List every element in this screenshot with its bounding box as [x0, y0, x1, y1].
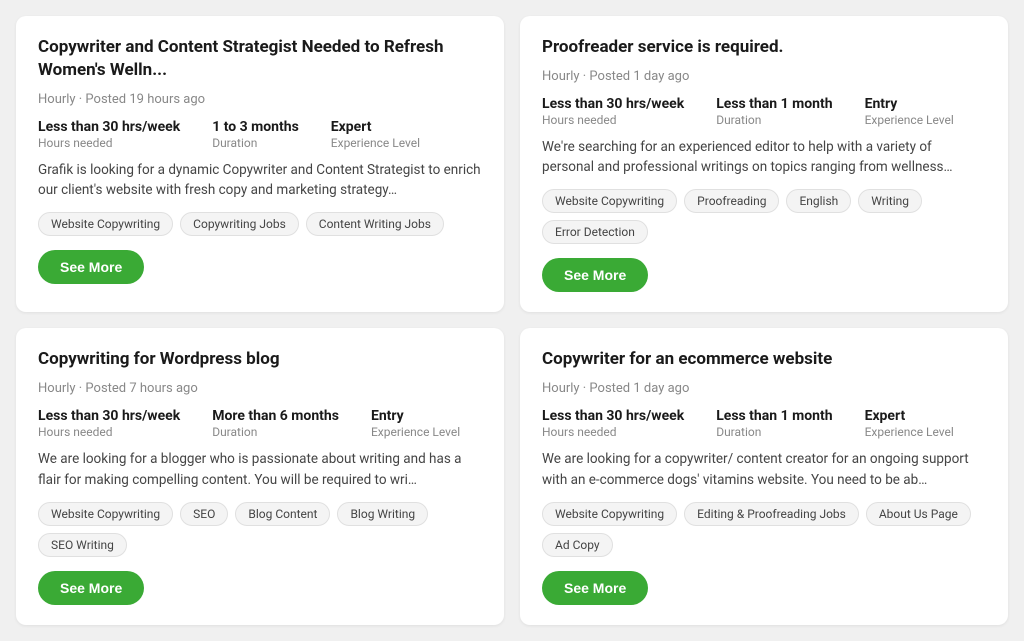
stat-item: Less than 30 hrs/weekHours needed	[38, 119, 180, 150]
stat-item: Less than 30 hrs/weekHours needed	[38, 408, 180, 439]
stat-value: Less than 1 month	[716, 408, 832, 424]
job-tag: Writing	[858, 189, 922, 213]
job-card-4: Copywriter for an ecommerce website Hourl…	[520, 328, 1008, 624]
job-description: We're searching for an experienced edito…	[542, 137, 986, 178]
stat-value: Expert	[331, 119, 420, 135]
stat-item: EntryExperience Level	[865, 96, 954, 127]
job-card-1: Copywriter and Content Strategist Needed…	[16, 16, 504, 312]
job-tag: Website Copywriting	[542, 189, 677, 213]
job-meta: Hourly · Posted 1 day ago	[542, 69, 986, 84]
stat-item: EntryExperience Level	[371, 408, 460, 439]
stat-item: Less than 30 hrs/weekHours needed	[542, 408, 684, 439]
job-tag: SEO Writing	[38, 533, 127, 557]
job-tag: Content Writing Jobs	[306, 212, 444, 236]
job-card-2: Proofreader service is required. Hourly ·…	[520, 16, 1008, 312]
stat-item: Less than 1 monthDuration	[716, 96, 832, 127]
stat-label: Hours needed	[542, 113, 684, 127]
job-tags: Website Copywriting Proofreading English Wr…	[542, 189, 986, 244]
see-more-button[interactable]: See More	[542, 571, 648, 605]
stat-label: Hours needed	[38, 136, 180, 150]
see-more-button[interactable]: See More	[38, 250, 144, 284]
job-title: Copywriter for an ecommerce website	[542, 348, 986, 371]
job-tag: Website Copywriting	[38, 502, 173, 526]
job-tag: About Us Page	[866, 502, 971, 526]
stat-label: Experience Level	[331, 136, 420, 150]
stat-label: Hours needed	[38, 425, 180, 439]
stat-value: Entry	[371, 408, 460, 424]
job-cards-grid: Copywriter and Content Strategist Needed…	[16, 16, 1008, 625]
job-tags: Website Copywriting SEO Blog Content Blog W…	[38, 502, 482, 557]
job-tag: Error Detection	[542, 220, 648, 244]
stat-item: More than 6 monthsDuration	[212, 408, 339, 439]
stat-label: Experience Level	[371, 425, 460, 439]
stat-label: Hours needed	[542, 425, 684, 439]
stat-value: Less than 30 hrs/week	[38, 119, 180, 135]
job-stats: Less than 30 hrs/weekHours needed More th…	[38, 408, 482, 439]
stat-value: More than 6 months	[212, 408, 339, 424]
stat-value: Less than 30 hrs/week	[542, 96, 684, 112]
job-description: We are looking for a copywriter/ content…	[542, 449, 986, 490]
job-tags: Website Copywriting Editing & Proofreadin…	[542, 502, 986, 557]
stat-value: Less than 30 hrs/week	[38, 408, 180, 424]
job-description: We are looking for a blogger who is pass…	[38, 449, 482, 490]
stat-item: Less than 30 hrs/weekHours needed	[542, 96, 684, 127]
stat-label: Duration	[716, 425, 832, 439]
job-meta: Hourly · Posted 1 day ago	[542, 381, 986, 396]
stat-label: Duration	[212, 136, 299, 150]
stat-label: Experience Level	[865, 425, 954, 439]
job-tags: Website Copywriting Copywriting Jobs Conte…	[38, 212, 482, 236]
job-title: Proofreader service is required.	[542, 36, 986, 59]
job-tag: Editing & Proofreading Jobs	[684, 502, 859, 526]
job-tag: English	[786, 189, 851, 213]
job-meta: Hourly · Posted 7 hours ago	[38, 381, 482, 396]
stat-item: Less than 1 monthDuration	[716, 408, 832, 439]
job-stats: Less than 30 hrs/weekHours needed 1 to 3 …	[38, 119, 482, 150]
job-tag: Blog Writing	[337, 502, 428, 526]
stat-label: Duration	[716, 113, 832, 127]
job-tag: Website Copywriting	[38, 212, 173, 236]
stat-item: 1 to 3 monthsDuration	[212, 119, 299, 150]
see-more-button[interactable]: See More	[542, 258, 648, 292]
stat-item: ExpertExperience Level	[865, 408, 954, 439]
job-tag: Blog Content	[235, 502, 330, 526]
stat-value: Expert	[865, 408, 954, 424]
stat-value: Less than 30 hrs/week	[542, 408, 684, 424]
job-tag: Ad Copy	[542, 533, 613, 557]
job-card-3: Copywriting for Wordpress blog Hourly · P…	[16, 328, 504, 624]
stat-value: Entry	[865, 96, 954, 112]
stat-value: 1 to 3 months	[212, 119, 299, 135]
see-more-button[interactable]: See More	[38, 571, 144, 605]
job-stats: Less than 30 hrs/weekHours neededLess th…	[542, 408, 986, 439]
job-tag: Proofreading	[684, 189, 779, 213]
job-title: Copywriting for Wordpress blog	[38, 348, 482, 371]
stat-label: Duration	[212, 425, 339, 439]
stat-value: Less than 1 month	[716, 96, 832, 112]
job-tag: SEO	[180, 502, 228, 526]
job-description: Grafik is looking for a dynamic Copywrit…	[38, 160, 482, 201]
job-meta: Hourly · Posted 19 hours ago	[38, 92, 482, 107]
job-tag: Copywriting Jobs	[180, 212, 299, 236]
stat-item: ExpertExperience Level	[331, 119, 420, 150]
stat-label: Experience Level	[865, 113, 954, 127]
job-title: Copywriter and Content Strategist Needed…	[38, 36, 482, 82]
job-stats: Less than 30 hrs/weekHours neededLess th…	[542, 96, 986, 127]
job-tag: Website Copywriting	[542, 502, 677, 526]
